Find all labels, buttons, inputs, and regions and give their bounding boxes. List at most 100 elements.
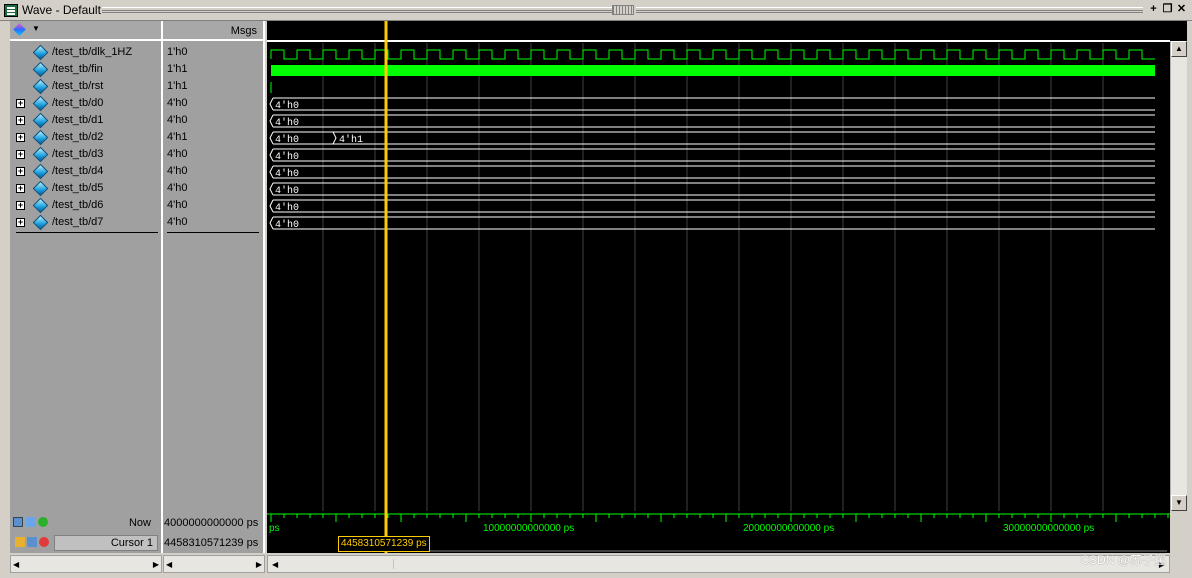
close-icon[interactable]: ✕ bbox=[1175, 3, 1188, 16]
signal-diamond-icon bbox=[32, 61, 49, 78]
horizontal-scroll-area: ◀ ▶ ◀ ▶ ◀ ▶ CSDN @苏子矍 bbox=[0, 553, 1192, 578]
names-header: ▼ bbox=[10, 21, 161, 41]
bus-value-label: 4'h0 bbox=[275, 117, 299, 129]
signal-row[interactable]: + /test_tb/d3 bbox=[10, 146, 160, 163]
wave-scroll-left-icon[interactable]: ◀ bbox=[272, 560, 278, 569]
dock-handle-icon[interactable] bbox=[612, 5, 634, 15]
dropdown-arrow-icon[interactable]: ▼ bbox=[32, 24, 40, 33]
signal-row[interactable]: + /test_tb/d5 bbox=[10, 180, 160, 197]
scroll-header-filler bbox=[1170, 21, 1187, 41]
add-cursor-icon[interactable] bbox=[13, 517, 23, 527]
expand-icon[interactable]: + bbox=[16, 184, 25, 193]
signal-diamond-icon bbox=[32, 214, 49, 231]
expand-icon[interactable]: + bbox=[16, 201, 25, 210]
title-grip-right[interactable] bbox=[636, 7, 1143, 13]
title-grip[interactable] bbox=[102, 7, 612, 13]
expand-icon[interactable]: + bbox=[16, 150, 25, 159]
signal-row[interactable]: + /test_tb/d0 bbox=[10, 95, 160, 112]
signal-diamond-icon bbox=[32, 146, 49, 163]
signal-diamond-icon bbox=[32, 78, 49, 95]
signal-row[interactable]: + /test_tb/d2 bbox=[10, 129, 160, 146]
lock-cursor-icon[interactable] bbox=[15, 537, 25, 547]
signal-name: /test_tb/d2 bbox=[52, 131, 104, 143]
bus-wave bbox=[269, 165, 1155, 179]
values-scroll-right-icon[interactable]: ▶ bbox=[256, 560, 262, 569]
scroll-right-icon[interactable]: ▶ bbox=[153, 560, 159, 569]
signal-value: 4'h0 bbox=[167, 165, 188, 177]
clock-wave bbox=[270, 49, 1155, 60]
wave-window-icon bbox=[4, 4, 18, 17]
axis-start-label: ps bbox=[269, 523, 280, 534]
signal-values-pane: Msgs 1'h0 1'h1 1'h1 4'h0 4'h0 4'h1 4'h0 4'h0 4'h… bbox=[163, 21, 265, 511]
signal-diamond-icon bbox=[32, 129, 49, 146]
now-value: 4000000000000 ps bbox=[164, 517, 259, 529]
cursor-tool-icon[interactable] bbox=[27, 537, 37, 547]
window-title-bar: Wave - Default + ❐ ✕ bbox=[0, 0, 1192, 21]
signal-name: /test_tb/d5 bbox=[52, 182, 104, 194]
values-header: Msgs bbox=[163, 21, 263, 41]
values-scroll-left-icon[interactable]: ◀ bbox=[166, 560, 172, 569]
bus-wave bbox=[269, 148, 1155, 162]
cursor-names-pane: Now Cursor 1 bbox=[10, 511, 163, 553]
edit-cursor-icon[interactable] bbox=[26, 517, 36, 527]
window-title: Wave - Default bbox=[22, 3, 101, 17]
signal-value: 4'h0 bbox=[167, 199, 188, 211]
signal-row[interactable]: /test_tb/rst bbox=[10, 78, 160, 95]
signal-value: 4'h0 bbox=[167, 216, 188, 228]
signal-value: 1'h0 bbox=[167, 46, 188, 58]
bus-value-label: 4'h0 bbox=[275, 134, 299, 146]
signal-name: /test_tb/dlk_1HZ bbox=[52, 46, 133, 58]
waveform-pane[interactable]: 4'h0 4'h0 4'h0 4'h1 4'h0 4'h0 4'h0 4'h0 4'h0 bbox=[267, 21, 1170, 511]
vertical-scrollbar[interactable]: ▲ ▼ bbox=[1170, 41, 1187, 511]
signal-row[interactable]: /test_tb/fin bbox=[10, 61, 160, 78]
expand-icon[interactable]: + bbox=[16, 99, 25, 108]
signal-name: /test_tb/d6 bbox=[52, 199, 104, 211]
bus-wave bbox=[269, 131, 1155, 145]
undock-icon[interactable]: ❐ bbox=[1161, 3, 1174, 16]
cursor-time-tag[interactable]: 4458310571239 ps bbox=[338, 536, 430, 552]
values-hscroll[interactable]: ◀ ▶ bbox=[163, 555, 265, 573]
scroll-left-icon[interactable]: ◀ bbox=[13, 560, 19, 569]
bus-value-label: 4'h0 bbox=[275, 151, 299, 163]
names-hscroll[interactable]: ◀ ▶ bbox=[10, 555, 162, 573]
expand-icon[interactable]: + bbox=[16, 167, 25, 176]
signal-diamond-icon bbox=[32, 197, 49, 214]
expand-icon[interactable]: + bbox=[16, 218, 25, 227]
bus-wave bbox=[269, 199, 1155, 213]
signal-row[interactable]: + /test_tb/d1 bbox=[10, 112, 160, 129]
waveform-canvas[interactable]: 4'h0 4'h0 4'h0 4'h1 4'h0 4'h0 4'h0 4'h0 4'h0 bbox=[267, 21, 1170, 511]
signal-name: /test_tb/d3 bbox=[52, 148, 104, 160]
signal-row[interactable]: + /test_tb/d6 bbox=[10, 197, 160, 214]
signal-value: 4'h0 bbox=[167, 148, 188, 160]
expand-icon[interactable]: + bbox=[16, 116, 25, 125]
signal-diamond-icon bbox=[32, 180, 49, 197]
bus-value-label: 4'h0 bbox=[275, 202, 299, 214]
delete-cursor-icon[interactable] bbox=[39, 537, 49, 547]
bus-value-label: 4'h1 bbox=[339, 134, 363, 146]
bus-value-label: 4'h0 bbox=[275, 185, 299, 197]
add-pane-icon[interactable]: + bbox=[1147, 3, 1160, 16]
wave-header bbox=[267, 21, 1170, 41]
expand-icon[interactable]: + bbox=[16, 133, 25, 142]
signal-value: 4'h1 bbox=[167, 131, 188, 143]
time-axis[interactable]: ps 10000000000000 ps 20000000000000 ps 3000… bbox=[267, 511, 1170, 553]
signal-value: 4'h0 bbox=[167, 182, 188, 194]
bus-wave bbox=[269, 97, 1155, 111]
insert-cursor-icon[interactable] bbox=[38, 517, 48, 527]
signal-row[interactable]: /test_tb/dlk_1HZ bbox=[10, 44, 160, 61]
msgs-label: Msgs bbox=[230, 25, 257, 37]
axis-tick-label: 10000000000000 ps bbox=[483, 523, 574, 534]
scroll-up-icon[interactable]: ▲ bbox=[1171, 41, 1187, 57]
scroll-down-icon[interactable]: ▼ bbox=[1171, 495, 1187, 511]
signal-name: /test_tb/fin bbox=[52, 63, 103, 75]
cursor-name-box[interactable]: Cursor 1 bbox=[54, 535, 158, 551]
name-list-end-line bbox=[16, 232, 158, 233]
cursor-value: 4458310571239 ps bbox=[164, 537, 259, 549]
signal-row[interactable]: + /test_tb/d4 bbox=[10, 163, 160, 180]
wave-hscroll[interactable]: ◀ ▶ bbox=[267, 555, 1170, 573]
signal-value: 4'h0 bbox=[167, 97, 188, 109]
add-wave-icon[interactable] bbox=[13, 23, 29, 39]
signal-row[interactable]: + /test_tb/d7 bbox=[10, 214, 160, 231]
signal-name: /test_tb/d4 bbox=[52, 165, 104, 177]
watermark: CSDN @苏子矍 bbox=[1080, 553, 1166, 567]
